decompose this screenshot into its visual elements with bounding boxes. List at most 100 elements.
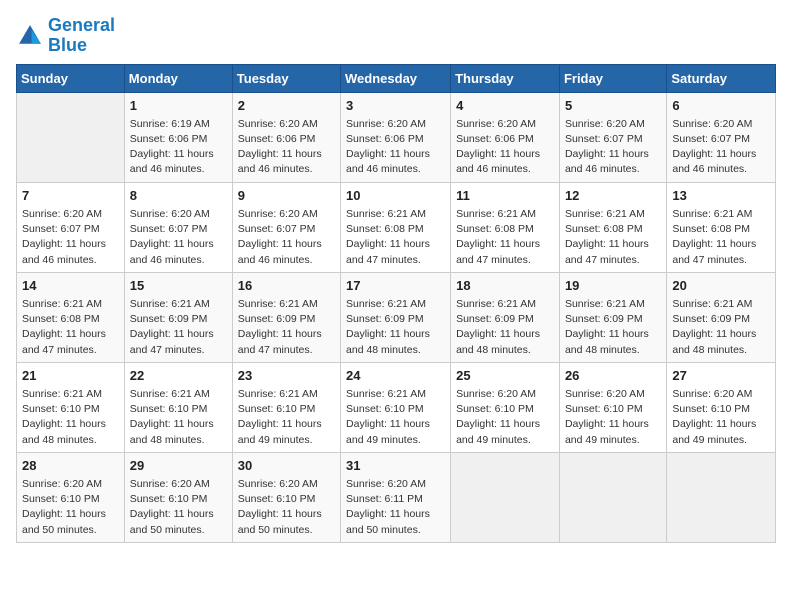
day-info: Sunrise: 6:20 AM Sunset: 6:10 PM Dayligh… (456, 387, 554, 448)
day-cell: 14 Sunrise: 6:21 AM Sunset: 6:08 PM Dayli… (17, 272, 125, 362)
day-cell: 25 Sunrise: 6:20 AM Sunset: 6:10 PM Dayli… (451, 362, 560, 452)
day-cell: 22 Sunrise: 6:21 AM Sunset: 6:10 PM Dayli… (124, 362, 232, 452)
day-number: 28 (22, 457, 119, 475)
day-info: Sunrise: 6:21 AM Sunset: 6:08 PM Dayligh… (456, 207, 554, 268)
day-number: 7 (22, 187, 119, 205)
day-info: Sunrise: 6:20 AM Sunset: 6:07 PM Dayligh… (238, 207, 335, 268)
day-info: Sunrise: 6:20 AM Sunset: 6:07 PM Dayligh… (672, 117, 770, 178)
day-cell: 6 Sunrise: 6:20 AM Sunset: 6:07 PM Daylig… (667, 92, 776, 182)
day-number: 2 (238, 97, 335, 115)
day-number: 6 (672, 97, 770, 115)
day-cell: 1 Sunrise: 6:19 AM Sunset: 6:06 PM Daylig… (124, 92, 232, 182)
day-number: 9 (238, 187, 335, 205)
header-cell-thursday: Thursday (451, 64, 560, 92)
day-info: Sunrise: 6:20 AM Sunset: 6:06 PM Dayligh… (346, 117, 445, 178)
week-row-1: 1 Sunrise: 6:19 AM Sunset: 6:06 PM Daylig… (17, 92, 776, 182)
day-cell: 31 Sunrise: 6:20 AM Sunset: 6:11 PM Dayli… (341, 452, 451, 542)
day-info: Sunrise: 6:19 AM Sunset: 6:06 PM Dayligh… (130, 117, 227, 178)
day-info: Sunrise: 6:20 AM Sunset: 6:11 PM Dayligh… (346, 477, 445, 538)
day-cell: 13Sunrise: 6:21 AM Sunset: 6:08 PM Dayli… (667, 182, 776, 272)
day-cell: 8 Sunrise: 6:20 AM Sunset: 6:07 PM Daylig… (124, 182, 232, 272)
logo: General Blue (16, 16, 115, 56)
day-cell: 15 Sunrise: 6:21 AM Sunset: 6:09 PM Dayli… (124, 272, 232, 362)
header-cell-tuesday: Tuesday (232, 64, 340, 92)
day-info: Sunrise: 6:21 AM Sunset: 6:08 PM Dayligh… (346, 207, 445, 268)
day-info: Sunrise: 6:20 AM Sunset: 6:07 PM Dayligh… (565, 117, 661, 178)
day-info: Sunrise: 6:21 AM Sunset: 6:10 PM Dayligh… (238, 387, 335, 448)
day-number: 24 (346, 367, 445, 385)
day-info: Sunrise: 6:20 AM Sunset: 6:10 PM Dayligh… (672, 387, 770, 448)
day-number: 21 (22, 367, 119, 385)
calendar-table: SundayMondayTuesdayWednesdayThursdayFrid… (16, 64, 776, 543)
day-number: 4 (456, 97, 554, 115)
day-number: 1 (130, 97, 227, 115)
day-info: Sunrise: 6:21 AM Sunset: 6:09 PM Dayligh… (346, 297, 445, 358)
day-number: 14 (22, 277, 119, 295)
day-cell: 27 Sunrise: 6:20 AM Sunset: 6:10 PM Dayli… (667, 362, 776, 452)
day-number: 20 (672, 277, 770, 295)
week-row-4: 21 Sunrise: 6:21 AM Sunset: 6:10 PM Dayli… (17, 362, 776, 452)
day-number: 23 (238, 367, 335, 385)
day-number: 10 (346, 187, 445, 205)
day-cell: 24 Sunrise: 6:21 AM Sunset: 6:10 PM Dayli… (341, 362, 451, 452)
day-number: 15 (130, 277, 227, 295)
day-cell: 30Sunrise: 6:20 AM Sunset: 6:10 PM Dayli… (232, 452, 340, 542)
day-number: 22 (130, 367, 227, 385)
logo-icon (16, 22, 44, 50)
day-info: Sunrise: 6:21 AM Sunset: 6:09 PM Dayligh… (130, 297, 227, 358)
day-cell: 16 Sunrise: 6:21 AM Sunset: 6:09 PM Dayli… (232, 272, 340, 362)
header-cell-wednesday: Wednesday (341, 64, 451, 92)
header-cell-friday: Friday (559, 64, 666, 92)
day-info: Sunrise: 6:20 AM Sunset: 6:07 PM Dayligh… (130, 207, 227, 268)
day-cell: 29Sunrise: 6:20 AM Sunset: 6:10 PM Dayli… (124, 452, 232, 542)
day-number: 18 (456, 277, 554, 295)
day-cell: 21 Sunrise: 6:21 AM Sunset: 6:10 PM Dayli… (17, 362, 125, 452)
day-info: Sunrise: 6:21 AM Sunset: 6:08 PM Dayligh… (565, 207, 661, 268)
day-info: Sunrise: 6:21 AM Sunset: 6:09 PM Dayligh… (565, 297, 661, 358)
week-row-5: 28 Sunrise: 6:20 AM Sunset: 6:10 PM Dayli… (17, 452, 776, 542)
day-cell: 7Sunrise: 6:20 AM Sunset: 6:07 PM Daylig… (17, 182, 125, 272)
day-info: Sunrise: 6:21 AM Sunset: 6:10 PM Dayligh… (130, 387, 227, 448)
day-cell: 4Sunrise: 6:20 AM Sunset: 6:06 PM Daylig… (451, 92, 560, 182)
day-number: 12 (565, 187, 661, 205)
day-info: Sunrise: 6:20 AM Sunset: 6:10 PM Dayligh… (22, 477, 119, 538)
day-number: 29 (130, 457, 227, 475)
day-cell (559, 452, 666, 542)
calendar-body: 1 Sunrise: 6:19 AM Sunset: 6:06 PM Daylig… (17, 92, 776, 542)
day-cell: 18 Sunrise: 6:21 AM Sunset: 6:09 PM Dayli… (451, 272, 560, 362)
day-number: 11 (456, 187, 554, 205)
header-cell-saturday: Saturday (667, 64, 776, 92)
day-number: 27 (672, 367, 770, 385)
day-cell: 2 Sunrise: 6:20 AM Sunset: 6:06 PM Daylig… (232, 92, 340, 182)
day-info: Sunrise: 6:21 AM Sunset: 6:10 PM Dayligh… (22, 387, 119, 448)
day-cell: 26Sunrise: 6:20 AM Sunset: 6:10 PM Dayli… (559, 362, 666, 452)
day-cell (451, 452, 560, 542)
day-info: Sunrise: 6:21 AM Sunset: 6:09 PM Dayligh… (238, 297, 335, 358)
day-cell: 9 Sunrise: 6:20 AM Sunset: 6:07 PM Daylig… (232, 182, 340, 272)
day-cell: 11 Sunrise: 6:21 AM Sunset: 6:08 PM Dayli… (451, 182, 560, 272)
day-cell: 23 Sunrise: 6:21 AM Sunset: 6:10 PM Dayli… (232, 362, 340, 452)
day-number: 16 (238, 277, 335, 295)
day-number: 13 (672, 187, 770, 205)
day-info: Sunrise: 6:20 AM Sunset: 6:06 PM Dayligh… (238, 117, 335, 178)
logo-text: General Blue (48, 16, 115, 56)
day-cell: 20 Sunrise: 6:21 AM Sunset: 6:09 PM Dayli… (667, 272, 776, 362)
day-cell: 28 Sunrise: 6:20 AM Sunset: 6:10 PM Dayli… (17, 452, 125, 542)
day-info: Sunrise: 6:21 AM Sunset: 6:10 PM Dayligh… (346, 387, 445, 448)
day-cell: 5 Sunrise: 6:20 AM Sunset: 6:07 PM Daylig… (559, 92, 666, 182)
day-number: 30 (238, 457, 335, 475)
day-number: 8 (130, 187, 227, 205)
day-number: 25 (456, 367, 554, 385)
calendar-header-row: SundayMondayTuesdayWednesdayThursdayFrid… (17, 64, 776, 92)
day-info: Sunrise: 6:21 AM Sunset: 6:09 PM Dayligh… (672, 297, 770, 358)
day-number: 19 (565, 277, 661, 295)
day-number: 31 (346, 457, 445, 475)
day-number: 3 (346, 97, 445, 115)
day-info: Sunrise: 6:21 AM Sunset: 6:08 PM Dayligh… (22, 297, 119, 358)
day-cell: 19 Sunrise: 6:21 AM Sunset: 6:09 PM Dayli… (559, 272, 666, 362)
day-number: 5 (565, 97, 661, 115)
day-cell: 3 Sunrise: 6:20 AM Sunset: 6:06 PM Daylig… (341, 92, 451, 182)
day-cell (667, 452, 776, 542)
header-cell-monday: Monday (124, 64, 232, 92)
day-info: Sunrise: 6:21 AM Sunset: 6:09 PM Dayligh… (456, 297, 554, 358)
